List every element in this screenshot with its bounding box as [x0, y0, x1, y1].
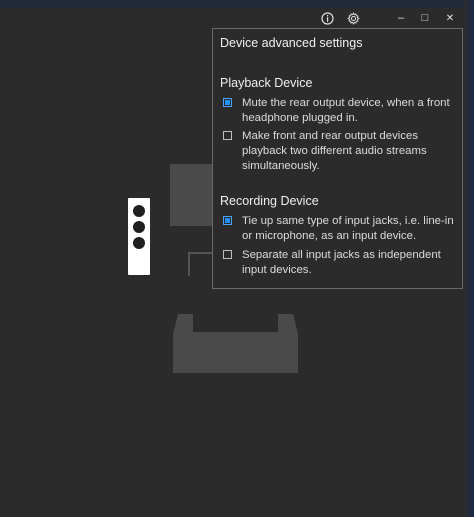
device-tray-illustration: [173, 314, 298, 373]
audio-jack[interactable]: [133, 205, 145, 217]
close-button[interactable]: ✕: [438, 9, 462, 27]
option-mute-rear-output[interactable]: Mute the rear output device, when a fron…: [223, 96, 455, 126]
option-label: Tie up same type of input jacks, i.e. li…: [242, 215, 454, 242]
option-tie-up-input-jacks[interactable]: Tie up same type of input jacks, i.e. li…: [223, 214, 455, 244]
option-label: Mute the rear output device, when a fron…: [242, 97, 450, 124]
mute-rear-checkbox[interactable]: [223, 98, 232, 107]
maximize-icon: □: [421, 12, 429, 24]
tie-up-jacks-checkbox[interactable]: [223, 216, 232, 225]
option-separate-input-jacks[interactable]: Separate all input jacks as independent …: [223, 248, 455, 278]
top-accent-strip: [0, 0, 474, 8]
audio-jack[interactable]: [133, 221, 145, 233]
maximize-button[interactable]: □: [413, 9, 437, 27]
window-edge: [464, 0, 474, 517]
device-advanced-settings-panel: Device advanced settings Playback Device…: [212, 28, 463, 289]
separate-jacks-checkbox[interactable]: [223, 250, 232, 259]
playback-device-heading: Playback Device: [220, 76, 313, 90]
recording-device-heading: Recording Device: [220, 194, 319, 208]
option-label: Separate all input jacks as independent …: [242, 249, 441, 276]
audio-jack-panel: [128, 198, 150, 275]
gear-icon[interactable]: [344, 9, 362, 27]
separate-streams-checkbox[interactable]: [223, 131, 232, 140]
option-separate-streams[interactable]: Make front and rear output devices playb…: [223, 129, 455, 174]
option-label: Make front and rear output devices playb…: [242, 130, 427, 172]
panel-title: Device advanced settings: [220, 36, 363, 50]
minimize-icon: –: [397, 12, 405, 24]
minimize-button[interactable]: –: [389, 9, 413, 27]
audio-jack[interactable]: [133, 237, 145, 249]
info-icon[interactable]: [318, 9, 336, 27]
connector-line: [188, 252, 212, 276]
device-block: [170, 164, 216, 226]
close-icon: ✕: [445, 12, 455, 24]
